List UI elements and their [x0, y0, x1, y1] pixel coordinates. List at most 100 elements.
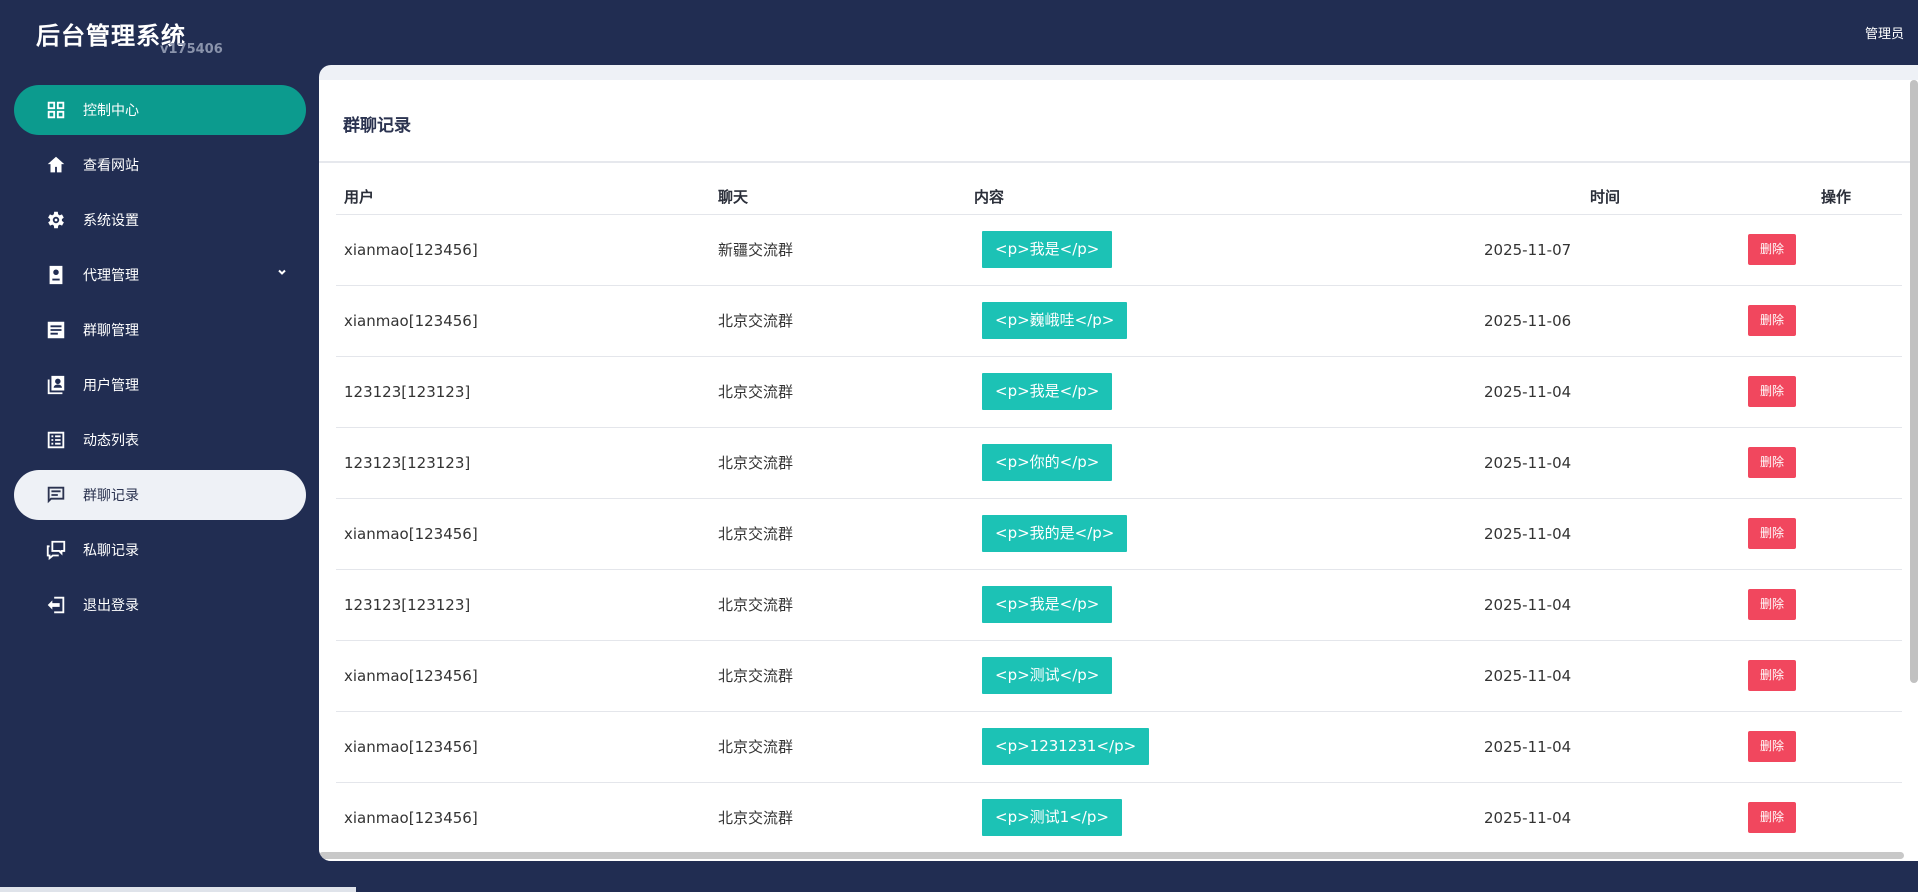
cell-chat: 北京交流群 — [710, 569, 966, 641]
cell-action: 删除 — [1734, 640, 1902, 712]
delete-button[interactable]: 删除 — [1748, 731, 1796, 762]
cell-time: 2025-11-04 — [1476, 640, 1734, 712]
delete-button[interactable]: 删除 — [1748, 447, 1796, 478]
group-chat-icon — [45, 319, 67, 341]
cell-content: <p>我是</p> — [966, 569, 1476, 641]
sidebar-item-users[interactable]: 用户管理 — [14, 360, 306, 410]
table-row: 123123[123123] 北京交流群 <p>我是</p> 2025-11-0… — [336, 569, 1902, 641]
sidebar-item-view-site[interactable]: 查看网站 — [14, 140, 306, 190]
table-row: xianmao[123456] 北京交流群 <p>测试</p> 2025-11-… — [336, 640, 1902, 712]
user-icon — [45, 374, 67, 396]
cell-time: 2025-11-04 — [1476, 569, 1734, 641]
delete-button[interactable]: 删除 — [1748, 802, 1796, 833]
brand: 后台管理系统 v175406 — [36, 16, 223, 57]
cell-action: 删除 — [1734, 356, 1902, 428]
cell-time: 2025-11-04 — [1476, 782, 1734, 854]
sidebar-item-feed[interactable]: 动态列表 — [14, 415, 306, 465]
cell-user: xianmao[123456] — [336, 711, 710, 783]
cell-chat: 新疆交流群 — [710, 214, 966, 286]
content-tag: <p>我是</p> — [982, 373, 1113, 410]
horizontal-scrollbar[interactable] — [319, 852, 1904, 859]
cell-content: <p>我的是</p> — [966, 498, 1476, 570]
delete-button[interactable]: 删除 — [1748, 518, 1796, 549]
sidebar-item-label: 代理管理 — [83, 268, 139, 284]
table-row: xianmao[123456] 北京交流群 <p>测试1</p> 2025-11… — [336, 782, 1902, 854]
delete-button[interactable]: 删除 — [1748, 376, 1796, 407]
user-menu[interactable]: 管理员 — [1865, 23, 1904, 42]
cell-chat: 北京交流群 — [710, 782, 966, 854]
column-header-content: 内容 — [966, 180, 1476, 215]
sidebar-item-group-records[interactable]: 群聊记录 — [14, 470, 306, 520]
sidebar-item-label: 查看网站 — [83, 158, 139, 174]
content-tag: <p>巍峨哇</p> — [982, 302, 1128, 339]
page-title: 群聊记录 — [343, 116, 411, 136]
cell-chat: 北京交流群 — [710, 711, 966, 783]
home-icon — [45, 154, 67, 176]
cell-action: 删除 — [1734, 427, 1902, 499]
cell-chat: 北京交流群 — [710, 285, 966, 357]
sidebar-item-dashboard[interactable]: 控制中心 — [14, 85, 306, 135]
table-row: xianmao[123456] 北京交流群 <p>我的是</p> 2025-11… — [336, 498, 1902, 570]
sidebar: 控制中心 查看网站 系统设置 代理管理 群聊管理 用户管理 动态列表 群聊记录 … — [0, 85, 318, 635]
cell-content: <p>巍峨哇</p> — [966, 285, 1476, 357]
content-tag: <p>我的是</p> — [982, 515, 1128, 552]
vertical-scrollbar[interactable] — [1910, 80, 1918, 683]
list-icon — [45, 429, 67, 451]
cell-user: xianmao[123456] — [336, 285, 710, 357]
delete-button[interactable]: 删除 — [1748, 234, 1796, 265]
table-header-row: 用户 聊天 内容 时间 操作 — [336, 180, 1902, 215]
sidebar-item-logout[interactable]: 退出登录 — [14, 580, 306, 630]
cell-time: 2025-11-04 — [1476, 427, 1734, 499]
cell-content: <p>你的</p> — [966, 427, 1476, 499]
agent-icon — [45, 264, 67, 286]
cell-user: xianmao[123456] — [336, 782, 710, 854]
delete-button[interactable]: 删除 — [1748, 305, 1796, 336]
delete-button[interactable]: 删除 — [1748, 660, 1796, 691]
records-card: 群聊记录 用户 聊天 内容 时间 操作 xianmao[123456] 新疆交流… — [319, 80, 1918, 861]
content-tag: <p>测试</p> — [982, 657, 1113, 694]
content-tag: <p>我是</p> — [982, 231, 1113, 268]
cell-time: 2025-11-04 — [1476, 711, 1734, 783]
cell-user: 123123[123123] — [336, 569, 710, 641]
column-header-user: 用户 — [336, 180, 710, 215]
sidebar-item-settings[interactable]: 系统设置 — [14, 195, 306, 245]
cell-action: 删除 — [1734, 214, 1902, 286]
cell-content: <p>测试</p> — [966, 640, 1476, 712]
sidebar-item-private-records[interactable]: 私聊记录 — [14, 525, 306, 575]
chevron-down-icon[interactable] — [276, 266, 288, 278]
column-header-time: 时间 — [1476, 180, 1734, 215]
sidebar-item-label: 私聊记录 — [83, 543, 139, 559]
cell-time: 2025-11-04 — [1476, 498, 1734, 570]
content-tag: <p>你的</p> — [982, 444, 1113, 481]
cell-chat: 北京交流群 — [710, 640, 966, 712]
table-row: 123123[123123] 北京交流群 <p>你的</p> 2025-11-0… — [336, 427, 1902, 499]
cell-user: 123123[123123] — [336, 356, 710, 428]
sidebar-item-label: 用户管理 — [83, 378, 139, 394]
table-row: xianmao[123456] 新疆交流群 <p>我是</p> 2025-11-… — [336, 214, 1902, 286]
cell-user: xianmao[123456] — [336, 214, 710, 286]
sidebar-item-label: 群聊管理 — [83, 323, 139, 339]
app-version: v175406 — [160, 42, 223, 57]
sidebar-item-label: 控制中心 — [83, 103, 139, 119]
sidebar-item-group-chat[interactable]: 群聊管理 — [14, 305, 306, 355]
dashboard-icon — [45, 99, 67, 121]
cell-chat: 北京交流群 — [710, 427, 966, 499]
cell-action: 删除 — [1734, 569, 1902, 641]
gear-icon — [45, 209, 67, 231]
cell-content: <p>我是</p> — [966, 214, 1476, 286]
content-tag: <p>测试1</p> — [982, 799, 1122, 836]
cell-time: 2025-11-06 — [1476, 285, 1734, 357]
main-panel: 群聊记录 用户 聊天 内容 时间 操作 xianmao[123456] 新疆交流… — [319, 65, 1918, 861]
sidebar-item-agents[interactable]: 代理管理 — [14, 250, 306, 300]
column-header-chat: 聊天 — [710, 180, 966, 215]
table-row: xianmao[123456] 北京交流群 <p>巍峨哇</p> 2025-11… — [336, 285, 1902, 357]
sidebar-item-label: 系统设置 — [83, 213, 139, 229]
bottom-scrollbar[interactable] — [0, 887, 356, 892]
delete-button[interactable]: 删除 — [1748, 589, 1796, 620]
cell-action: 删除 — [1734, 498, 1902, 570]
cell-content: <p>我是</p> — [966, 356, 1476, 428]
content-tag: <p>1231231</p> — [982, 728, 1150, 765]
sidebar-item-label: 动态列表 — [83, 433, 139, 449]
chat-icon — [45, 484, 67, 506]
cell-content: <p>测试1</p> — [966, 782, 1476, 854]
